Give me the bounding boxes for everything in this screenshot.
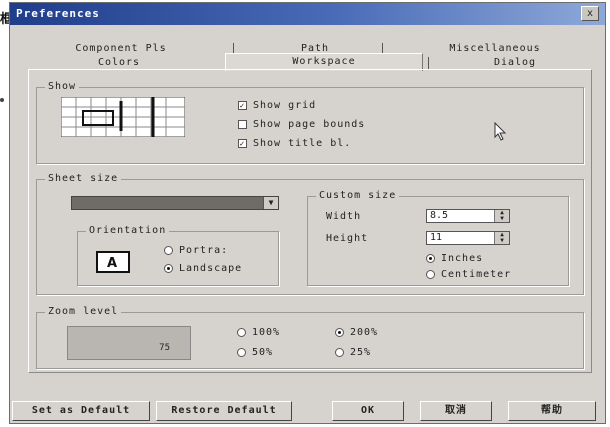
zoom-level-group: Zoom level 75 100% 200% 50% 25% — [36, 306, 584, 369]
show-title-block-label: Show title bl. — [253, 138, 352, 149]
zoom-200-radio[interactable]: 200% — [335, 327, 378, 338]
svg-text:A: A — [107, 256, 117, 271]
set-as-default-button[interactable]: Set as Default — [12, 401, 150, 421]
zoom-100-radio[interactable]: 100% — [237, 327, 280, 338]
title-bar[interactable]: Preferences x — [10, 3, 605, 25]
zoom-preview-value: 75 — [159, 343, 170, 353]
width-spinner[interactable]: 8.5 ▲ ▼ — [426, 209, 510, 223]
preferences-dialog: Preferences x Component Pls Path Miscell… — [9, 2, 606, 424]
window-title: Preferences — [16, 7, 100, 20]
inches-radio[interactable]: Inches — [426, 253, 483, 264]
height-spinner[interactable]: 11 ▲ ▼ — [426, 231, 510, 245]
sheet-size-group: Sheet size ▼ Orientation A Portra: Lands… — [36, 173, 584, 295]
landscape-radio[interactable]: Landscape — [164, 263, 242, 274]
side-dot — [0, 98, 4, 102]
show-grid-label: Show grid — [253, 100, 317, 111]
dropdown-arrow-icon[interactable]: ▼ — [263, 197, 278, 209]
mouse-cursor-icon — [494, 122, 507, 141]
side-glyph: 框 — [0, 12, 14, 27]
radio-circle — [335, 348, 344, 357]
height-label: Height — [326, 233, 369, 244]
show-page-bounds-label: Show page bounds — [253, 119, 366, 130]
inches-label: Inches — [441, 253, 484, 264]
zoom-100-label: 100% — [252, 327, 281, 338]
zoom-50-radio[interactable]: 50% — [237, 347, 273, 358]
spinner-arrows-icon[interactable]: ▲ ▼ — [494, 232, 509, 244]
orientation-group: Orientation A Portra: Landscape — [77, 225, 279, 286]
cancel-button[interactable]: 取消 — [420, 401, 492, 421]
zoom-200-label: 200% — [350, 327, 379, 338]
portrait-label: Portra: — [179, 245, 229, 256]
landscape-label: Landscape — [179, 263, 243, 274]
close-button[interactable]: x — [581, 6, 599, 21]
restore-default-button[interactable]: Restore Default — [156, 401, 292, 421]
custom-size-group-title: Custom size — [316, 190, 400, 201]
help-button[interactable]: 帮助 — [508, 401, 596, 421]
show-group-title: Show — [45, 81, 80, 92]
width-value: 8.5 — [430, 210, 449, 221]
zoom-25-radio[interactable]: 25% — [335, 347, 371, 358]
zoom-50-label: 50% — [252, 347, 274, 358]
centimeter-label: Centimeter — [441, 269, 512, 280]
radio-circle — [335, 328, 344, 337]
ok-button[interactable]: OK — [332, 401, 404, 421]
radio-circle — [164, 264, 173, 273]
height-value: 11 — [430, 232, 443, 243]
radio-circle — [426, 254, 435, 263]
grid-preview-icon — [61, 97, 185, 137]
centimeter-radio[interactable]: Centimeter — [426, 269, 511, 280]
zoom-25-label: 25% — [350, 347, 372, 358]
landscape-page-icon: A — [96, 251, 130, 273]
radio-circle — [237, 328, 246, 337]
sheet-size-dropdown[interactable]: ▼ — [71, 196, 279, 210]
radio-circle — [164, 246, 173, 255]
checkbox-box — [238, 120, 247, 129]
show-grid-checkbox[interactable]: ✓ Show grid — [238, 100, 316, 111]
orientation-group-title: Orientation — [86, 225, 170, 236]
sheet-size-group-title: Sheet size — [45, 173, 122, 184]
portrait-radio[interactable]: Portra: — [164, 245, 228, 256]
width-label: Width — [326, 211, 362, 222]
show-page-bounds-checkbox[interactable]: Show page bounds — [238, 119, 365, 130]
spinner-arrows-icon[interactable]: ▲ ▼ — [494, 210, 509, 222]
checkbox-box: ✓ — [238, 101, 247, 110]
custom-size-group: Custom size Width 8.5 ▲ ▼ Height 11 ▲ ▼ In… — [307, 190, 569, 286]
show-title-block-checkbox[interactable]: ✓ Show title bl. — [238, 138, 351, 149]
radio-circle — [237, 348, 246, 357]
zoom-level-group-title: Zoom level — [45, 306, 122, 317]
radio-circle — [426, 270, 435, 279]
checkbox-box: ✓ — [238, 139, 247, 148]
zoom-preview: 75 — [67, 326, 191, 360]
